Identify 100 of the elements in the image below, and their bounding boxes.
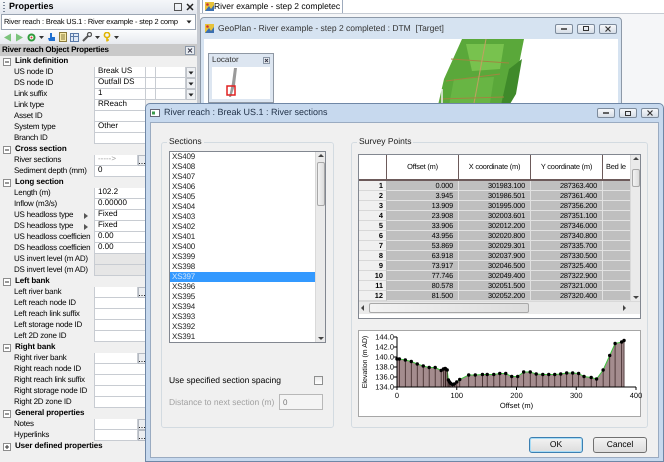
property-label: Link suffix [14, 90, 48, 99]
dropdown-button[interactable] [186, 89, 196, 100]
data-point [492, 372, 496, 388]
scroll-thumb[interactable] [632, 169, 640, 187]
point [498, 372, 502, 376]
table-icon[interactable] [70, 32, 79, 42]
list-item[interactable]: XS409 [170, 152, 315, 162]
list-item[interactable]: XS395 [170, 292, 315, 302]
list-item[interactable]: XS401 [170, 232, 315, 242]
dialog-button[interactable]: Cancel [593, 437, 647, 453]
property-field[interactable]: 102.2 [94, 188, 146, 199]
minimize-button[interactable] [597, 108, 615, 118]
property-field[interactable]: RReach [94, 100, 146, 111]
list-item[interactable]: XS408 [170, 162, 315, 172]
property-field[interactable]: 0.00 [94, 232, 146, 243]
list-item[interactable]: XS403 [170, 212, 315, 222]
collapse-icon[interactable] [3, 344, 11, 352]
document-icon[interactable] [59, 32, 67, 42]
field-label: Distance to next section (m) [169, 398, 274, 408]
property-field[interactable] [94, 287, 138, 298]
property-field[interactable]: 0 [94, 166, 146, 177]
maximize-button[interactable] [619, 108, 637, 118]
scroll-thumb[interactable] [316, 162, 324, 206]
close-button[interactable] [641, 108, 659, 118]
collapse-icon[interactable] [3, 278, 11, 286]
list-item[interactable]: XS392 [170, 322, 315, 332]
caret-icon[interactable] [39, 33, 44, 41]
list-item[interactable]: XS396 [170, 282, 315, 292]
list-item[interactable]: XS404 [170, 202, 315, 212]
property-field[interactable]: 1 [94, 89, 146, 100]
property-field[interactable] [94, 133, 146, 144]
property-field[interactable] [94, 364, 146, 375]
data-point [559, 372, 562, 388]
list-item[interactable]: XS407 [170, 172, 315, 182]
close-icon[interactable] [186, 3, 194, 11]
collapse-icon[interactable] [3, 146, 11, 154]
list-item[interactable]: XS393 [170, 312, 315, 322]
checkbox[interactable] [314, 376, 323, 386]
dialog-button[interactable]: OK [529, 437, 583, 453]
down-arrow-icon[interactable] [632, 295, 638, 301]
maximize-button[interactable] [577, 24, 595, 34]
property-label: US invert level (m AD) [14, 255, 88, 264]
up-arrow-icon[interactable] [318, 152, 324, 158]
property-label: Right reach node ID [14, 365, 81, 374]
property-field[interactable] [94, 298, 146, 309]
property-field[interactable] [94, 430, 138, 441]
list-item[interactable]: XS399 [170, 252, 315, 262]
property-field[interactable]: 0.00000 [94, 199, 146, 210]
point [516, 374, 520, 378]
right-arrow-icon[interactable] [622, 305, 628, 311]
scrollbar[interactable] [359, 301, 640, 314]
caret-icon[interactable] [114, 33, 119, 41]
property-field[interactable]: Fixed [94, 221, 146, 232]
property-field[interactable] [94, 419, 138, 430]
caret-icon[interactable] [95, 33, 100, 41]
close-icon[interactable] [263, 56, 270, 64]
list-item[interactable]: XS398 [170, 262, 315, 272]
float-icon[interactable] [174, 3, 182, 11]
property-field[interactable]: 0.00 [94, 243, 146, 254]
expand-icon[interactable] [3, 442, 11, 450]
scrollbar[interactable] [315, 152, 325, 342]
close-icon[interactable] [185, 46, 195, 54]
left-arrow-icon[interactable] [359, 305, 365, 311]
property-field[interactable]: Other [94, 122, 146, 133]
property-field[interactable]: Break US [94, 67, 146, 78]
map-icon [205, 2, 214, 11]
list-item[interactable]: XS394 [170, 302, 315, 312]
list-item[interactable]: XS391 [170, 332, 315, 342]
down-arrow-icon[interactable] [318, 336, 324, 342]
property-field[interactable] [94, 309, 146, 320]
table-cell [603, 231, 630, 241]
property-field[interactable] [94, 375, 146, 386]
collapse-icon[interactable] [3, 58, 11, 66]
list-item[interactable]: XS402 [170, 222, 315, 232]
list-item[interactable]: XS405 [170, 192, 315, 202]
dropdown-button[interactable] [186, 78, 196, 89]
up-arrow-icon[interactable] [632, 155, 638, 161]
caret-icon [185, 18, 193, 26]
document-tab[interactable]: River example - step 2 completec [202, 0, 344, 13]
property-field[interactable]: Fixed [94, 210, 146, 221]
property-field[interactable] [94, 320, 146, 331]
dropdown-button[interactable] [186, 67, 196, 78]
property-label: River sections [14, 156, 62, 165]
property-field[interactable] [94, 331, 146, 342]
list-item[interactable]: XS400 [170, 242, 315, 252]
target-icon[interactable] [27, 32, 36, 42]
property-field[interactable] [94, 397, 146, 408]
list-item[interactable]: XS406 [170, 182, 315, 192]
property-field[interactable] [94, 386, 146, 397]
scrollbar[interactable] [630, 155, 640, 301]
scroll-thumb[interactable] [369, 303, 529, 313]
property-field[interactable]: Outfall DS [94, 78, 146, 89]
collapse-icon[interactable] [3, 178, 11, 186]
minimize-button[interactable] [555, 24, 573, 34]
close-button[interactable] [599, 24, 617, 34]
wrench-icon[interactable] [82, 32, 92, 42]
property-field[interactable] [94, 353, 138, 364]
collapse-icon[interactable] [3, 410, 11, 418]
property-field[interactable] [94, 111, 146, 122]
pointer-icon[interactable] [47, 32, 56, 42]
